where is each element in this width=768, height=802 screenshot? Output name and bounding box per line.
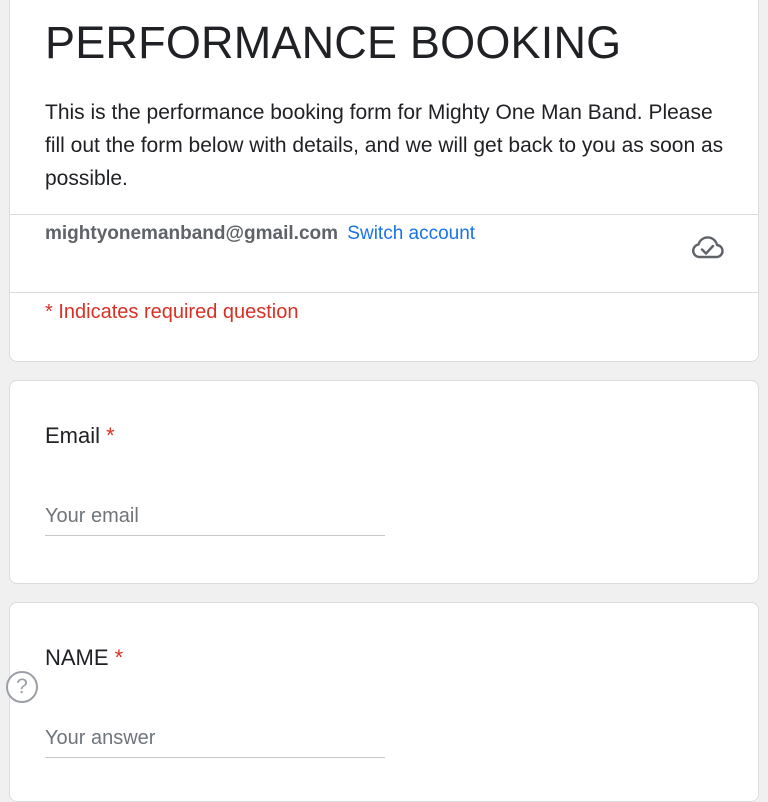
name-input[interactable] [45, 719, 385, 758]
question-card-name: NAME * [9, 602, 759, 802]
form-header-card: PERFORMANCE BOOKING This is the performa… [9, 0, 759, 362]
required-question-note: * Indicates required question [45, 301, 299, 323]
cloud-saved-icon[interactable] [690, 234, 724, 262]
question-label-name: NAME * [45, 645, 123, 671]
account-email: mightyonemanband@gmail.com [45, 223, 339, 244]
help-icon[interactable]: ? [6, 671, 38, 703]
required-asterisk: * [106, 423, 115, 448]
form-description: This is the performance booking form for… [45, 101, 724, 190]
account-row: mightyonemanband@gmail.com Switch accoun… [45, 223, 475, 245]
switch-account-link[interactable]: Switch account [347, 223, 475, 244]
divider [10, 292, 758, 293]
required-asterisk: * [114, 645, 124, 670]
divider [10, 214, 758, 215]
email-input[interactable] [45, 497, 385, 536]
form-title: PERFORMANCE BOOKING [45, 17, 622, 68]
question-title: NAME [45, 645, 109, 670]
question-title: Email [45, 423, 101, 448]
question-card-email: Email * [9, 380, 759, 584]
question-label-email: Email * [45, 423, 115, 449]
